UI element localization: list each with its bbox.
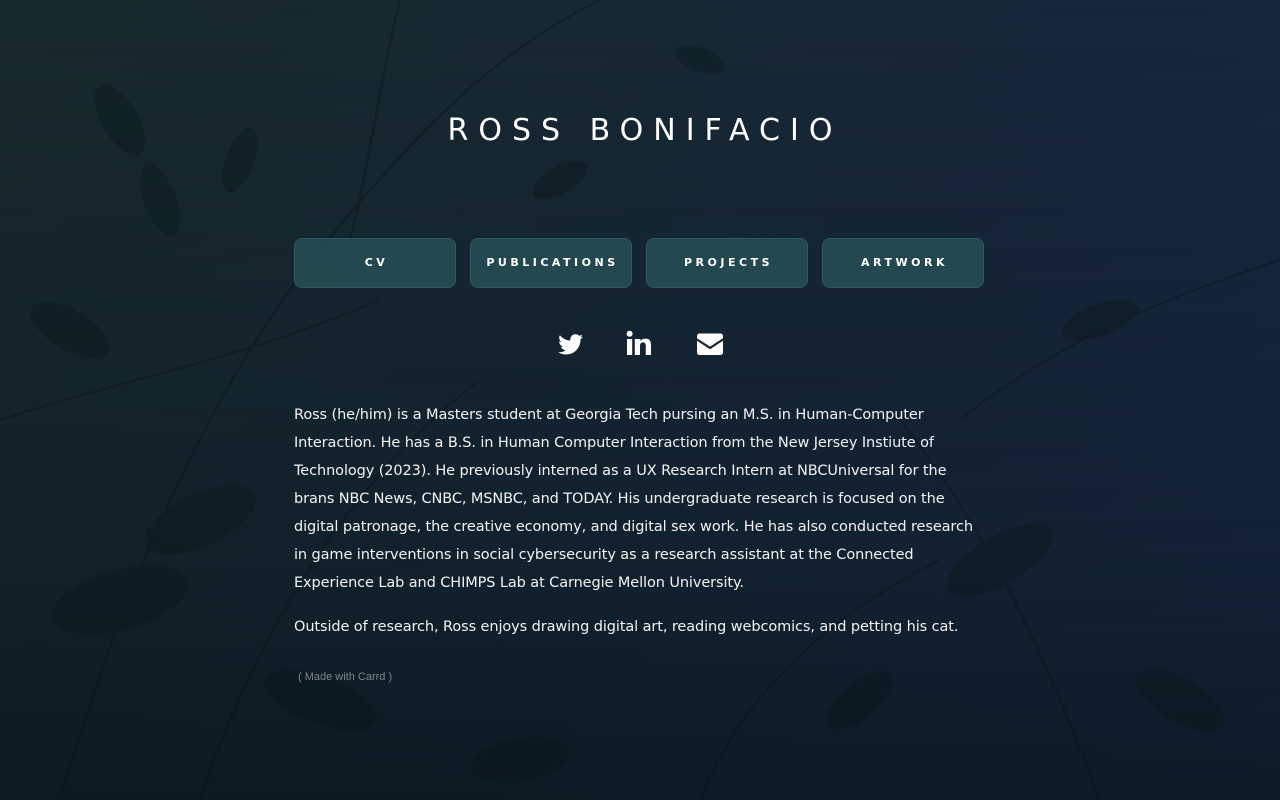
bio-paragraph: Ross (he/him) is a Masters student at Ge…: [294, 407, 973, 591]
linkedin-link[interactable]: [622, 326, 658, 362]
nav-button-cv[interactable]: CV: [294, 238, 456, 288]
nav-button-projects[interactable]: PROJECTS: [646, 238, 808, 288]
twitter-link[interactable]: [552, 326, 588, 362]
twitter-icon: [558, 334, 583, 355]
hobbies-paragraph: Outside of research, Ross enjoys drawing…: [294, 619, 959, 635]
social-icons: [294, 326, 986, 362]
made-with-carrd-link[interactable]: ( Made with Carrd ): [298, 669, 392, 685]
linkedin-icon: [626, 330, 651, 355]
envelope-icon: [697, 333, 723, 355]
nav-button-artwork[interactable]: ARTWORK: [822, 238, 984, 288]
nav-buttons: CV PUBLICATIONS PROJECTS ARTWORK: [294, 238, 986, 288]
email-link[interactable]: [692, 326, 728, 362]
nav-button-publications[interactable]: PUBLICATIONS: [470, 238, 632, 288]
page-title: ROSS BONIFACIO: [447, 113, 843, 148]
